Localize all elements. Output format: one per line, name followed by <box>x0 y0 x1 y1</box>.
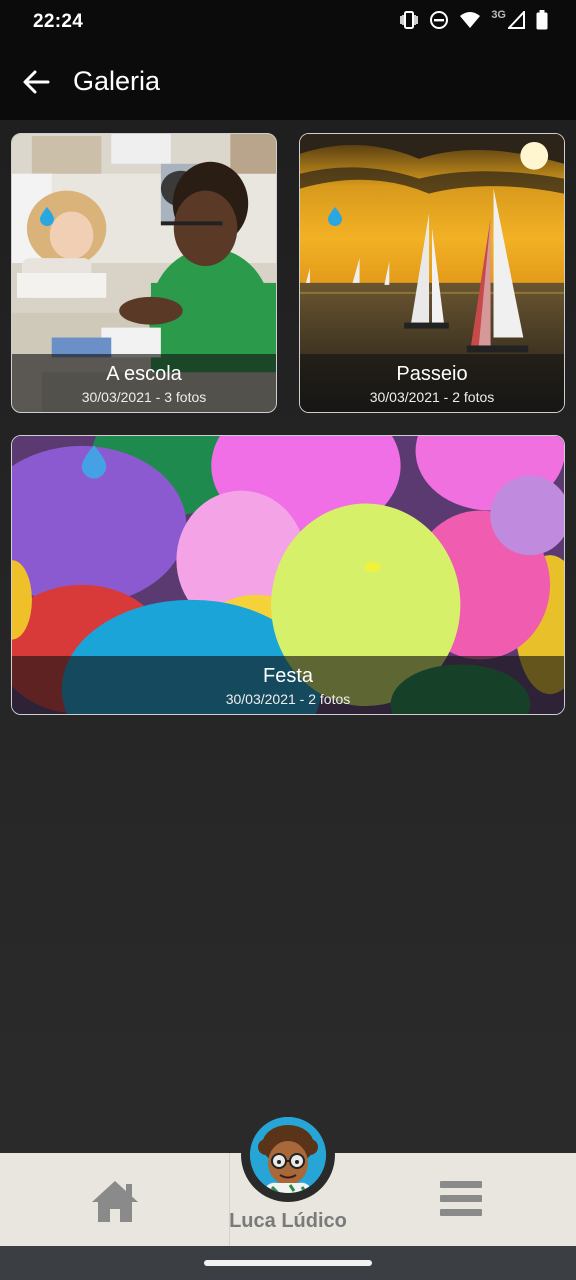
album-caption: Passeio 30/03/2021 - 2 fotos <box>300 354 564 412</box>
vibrate-icon <box>400 11 419 29</box>
status-icons: 3G <box>399 9 548 30</box>
water-drop-icon <box>328 207 342 226</box>
avatar <box>250 1117 326 1193</box>
album-card-festa[interactable]: Festa 30/03/2021 - 2 fotos <box>11 435 565 715</box>
album-meta: 30/03/2021 - 2 fotos <box>369 389 495 405</box>
profile-avatar-button[interactable] <box>241 1108 335 1202</box>
signal-icon <box>508 11 525 29</box>
gesture-handle[interactable] <box>204 1260 372 1266</box>
avatar-illustration <box>250 1117 326 1193</box>
wifi-icon <box>460 12 481 28</box>
do-not-disturb-icon <box>430 11 449 29</box>
album-card-passeio[interactable]: Passeio 30/03/2021 - 2 fotos <box>299 133 565 413</box>
album-meta: 30/03/2021 - 3 fotos <box>81 389 207 405</box>
album-title: Passeio <box>396 363 468 385</box>
album-meta: 30/03/2021 - 2 fotos <box>225 691 351 707</box>
album-title: A escola <box>106 363 182 385</box>
app-bar: Galeria <box>0 44 576 120</box>
album-caption: Festa 30/03/2021 - 2 fotos <box>12 656 564 714</box>
status-time: 22:24 <box>33 11 84 32</box>
network-type: 3G <box>491 9 506 21</box>
album-card-escola[interactable]: A escola 30/03/2021 - 3 fotos <box>11 133 277 413</box>
gesture-navigation-bar <box>0 1246 576 1280</box>
water-drop-icon <box>81 445 107 479</box>
page-title: Galeria <box>73 66 161 96</box>
album-title: Festa <box>262 665 314 687</box>
water-drop-icon <box>40 207 54 226</box>
battery-icon <box>536 10 548 30</box>
album-caption: A escola 30/03/2021 - 3 fotos <box>12 354 276 412</box>
status-bar: 22:24 3G <box>0 0 576 44</box>
profile-name[interactable]: Luca Lúdico <box>0 1210 576 1233</box>
arrow-back-icon[interactable] <box>20 66 52 98</box>
